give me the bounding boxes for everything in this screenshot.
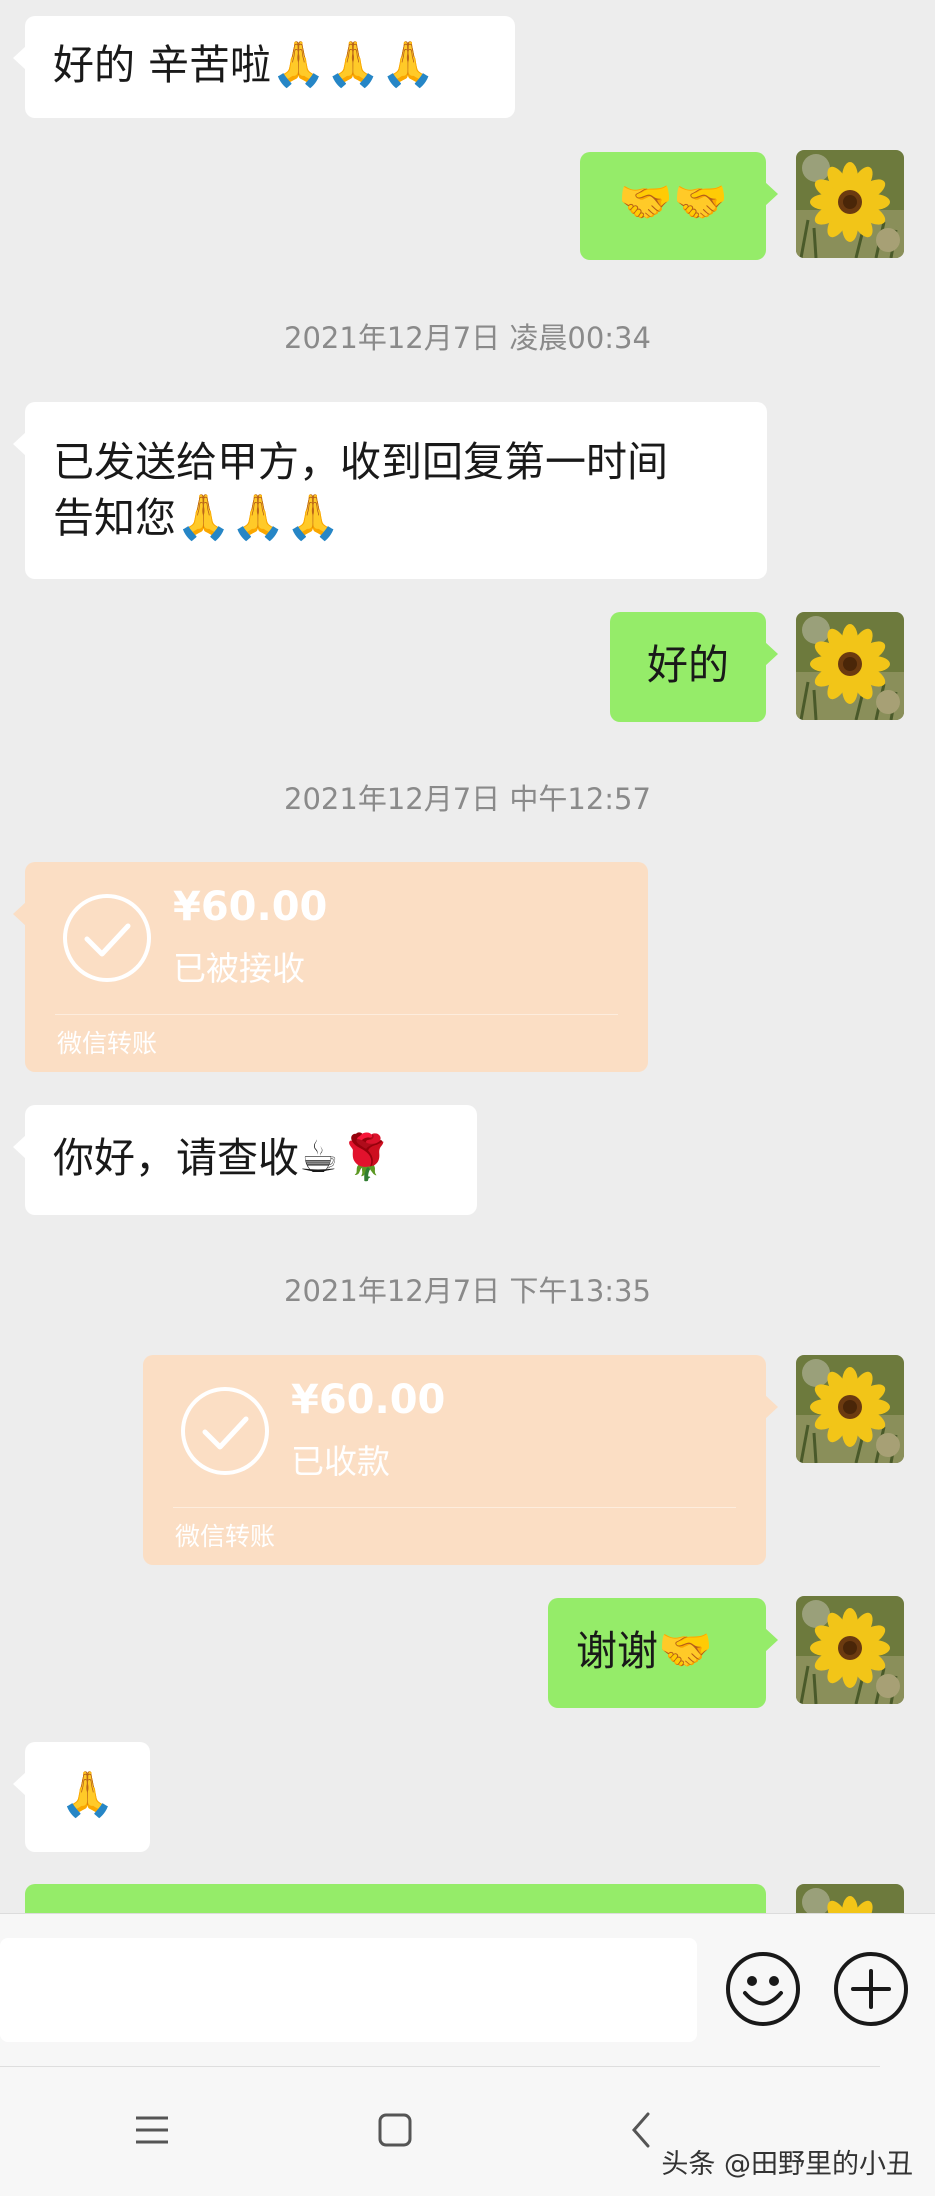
divider [0,2066,880,2067]
transfer-status: 已被接收 [173,949,305,988]
message-bubble-received[interactable]: 好的 辛苦啦🙏🙏🙏 [13,16,515,118]
message-bubble-received[interactable]: 已发送给甲方，收到回复第一时间 告知您🙏🙏🙏 [13,402,767,579]
wechat-transfer-card[interactable]: ¥60.00 已收款 微信转账 [143,1355,778,1565]
transfer-footer: 微信转账 [57,1029,158,1058]
sunflower-avatar-icon [796,1596,904,1704]
message-input[interactable] [0,1938,697,2042]
folded-hands-emoji: 🙏 [60,1769,115,1820]
sunflower-avatar-icon [796,150,904,258]
folded-hands-emoji: 🙏🙏🙏 [176,492,341,543]
home-icon[interactable] [375,2110,415,2150]
check-icon [61,892,153,984]
message-bubble-received[interactable]: 🙏 [13,1742,150,1852]
message-text-line: 告知您 [53,494,176,542]
timestamp: 2021年12月7日 下午13:35 [284,1274,651,1308]
timestamp: 2021年12月7日 中午12:57 [284,782,651,816]
message-text: 谢谢 [576,1627,658,1675]
message-text-line: 已发送给甲方，收到回复第一时间 [53,438,668,486]
coffee-rose-emoji: ☕🌹 [299,1132,394,1183]
emoji-face-icon[interactable] [726,1952,800,2026]
timestamp: 2021年12月7日 凌晨00:34 [284,321,651,355]
divider [173,1507,736,1508]
wechat-transfer-card[interactable]: ¥60.00 已被接收 微信转账 [13,862,648,1072]
transfer-amount: ¥60.00 [291,1377,446,1423]
chat-area[interactable]: 好的 辛苦啦🙏🙏🙏 🤝🤝 2021年12月7日 凌晨00:34 已发送给甲方，收… [0,0,935,1913]
back-icon[interactable] [622,2110,662,2150]
message-bubble-sent[interactable]: 🤝🤝 [580,152,778,260]
avatar[interactable] [796,1596,904,1704]
handshake-emoji: 🤝🤝 [618,177,728,228]
message-text: 好的 辛苦啦 [53,41,272,89]
message-text: 你好，请查收 [53,1134,299,1182]
check-icon [179,1385,271,1477]
message-bubble-received[interactable]: 你好，请查收☕🌹 [13,1105,477,1215]
transfer-status: 已收款 [291,1442,390,1481]
avatar[interactable] [796,150,904,258]
avatar[interactable] [796,1884,904,1913]
transfer-amount: ¥60.00 [173,884,328,930]
message-bubble-sent[interactable]: 谢谢🤝 [548,1598,778,1708]
folded-hands-emoji: 🙏🙏🙏 [271,39,436,90]
input-bar [0,1913,935,2066]
sunflower-avatar-icon [796,1884,904,1913]
watermark: 头条 @田野里的小丑 [661,2149,913,2180]
avatar[interactable] [796,612,904,720]
system-navigation-bar: 头条 @田野里的小丑 [0,2066,935,2196]
divider [55,1014,618,1015]
transfer-footer: 微信转账 [175,1522,276,1551]
message-text: 好的 [647,641,729,689]
message-bubble-sent[interactable] [25,1884,766,1913]
message-bubble-sent[interactable]: 好的 [610,612,778,722]
plus-icon[interactable] [834,1952,908,2026]
avatar[interactable] [796,1355,904,1463]
handshake-emoji: 🤝 [658,1625,713,1676]
sunflower-avatar-icon [796,1355,904,1463]
sunflower-avatar-icon [796,612,904,720]
menu-icon[interactable] [132,2110,172,2150]
